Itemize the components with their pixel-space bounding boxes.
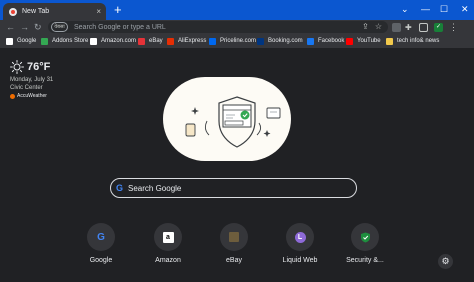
weather-location: Civic Center	[10, 85, 43, 91]
bookmark-google[interactable]: Google	[6, 34, 36, 48]
google-favicon-icon	[6, 37, 13, 45]
shortcut-security[interactable]: Security &...	[340, 223, 390, 269]
side-panel-icon[interactable]	[419, 23, 428, 32]
chrome-icon	[9, 7, 17, 16]
aliexpress-favicon-icon	[167, 37, 174, 45]
shortcut-label: Google	[89, 257, 113, 264]
new-tab-button[interactable]: +	[114, 3, 122, 17]
bookmark-aliexpress[interactable]: AliExpress	[167, 34, 206, 48]
tab-new-tab[interactable]: New Tab ×	[3, 3, 106, 20]
shortcut-liquid-web[interactable]: L Liquid Web	[275, 223, 325, 269]
address-input[interactable]: Search Google or type a URL	[74, 24, 362, 31]
tab-search-icon[interactable]: ⌄	[401, 3, 409, 15]
bookmark-ebay[interactable]: eBay	[138, 34, 163, 48]
google-g-icon: G	[116, 182, 124, 193]
weather-temperature: 76°F	[27, 61, 51, 73]
title-bar: New Tab × + ⌄ — ☐ ✕	[0, 0, 474, 20]
customize-gear-icon[interactable]: ⚙	[438, 254, 453, 269]
accuweather-icon	[10, 93, 15, 99]
bookmark-priceline[interactable]: Priceline.com	[209, 34, 256, 48]
shortcut-label: Amazon	[155, 257, 181, 264]
liquid-web-icon: L	[294, 231, 306, 243]
amazon-icon: a	[162, 231, 174, 243]
youtube-favicon-icon	[346, 37, 353, 45]
booking-favicon-icon	[257, 37, 264, 45]
bookmark-youtube[interactable]: YouTube	[346, 34, 381, 48]
shortcut-label: eBay	[226, 257, 242, 264]
extensions-puzzle-icon[interactable]: ✚	[405, 23, 414, 32]
shield-illustration-icon	[185, 96, 281, 148]
address-bar[interactable]: वेबसा Search Google or type a URL ⇪ ☆	[48, 21, 388, 33]
site-info-badge[interactable]: वेबसा	[51, 22, 68, 32]
back-button[interactable]: ←	[6, 20, 15, 34]
amazon-favicon-icon	[90, 37, 97, 45]
shortcut-amazon[interactable]: a Amazon	[143, 223, 193, 269]
google-icon: G	[97, 231, 105, 243]
ebay-icon	[229, 232, 239, 242]
bookmarks-bar: Google Addons Store Amazon.com eBay AliE…	[0, 34, 474, 49]
reload-button[interactable]: ↻	[34, 20, 42, 34]
bookmark-booking[interactable]: Booking.com	[257, 34, 303, 48]
facebook-favicon-icon	[307, 37, 314, 45]
maximize-button[interactable]: ☐	[440, 3, 448, 15]
ebay-favicon-icon	[138, 37, 145, 45]
shortcut-label: Liquid Web	[282, 257, 318, 264]
bookmark-addons-store[interactable]: Addons Store	[41, 34, 88, 48]
shortcut-label: Security &...	[346, 257, 384, 264]
forward-button[interactable]: →	[20, 20, 29, 34]
bookmark-facebook[interactable]: Facebook	[307, 34, 344, 48]
menu-icon[interactable]: ⋮	[449, 23, 458, 32]
tab-title: New Tab	[22, 8, 50, 15]
shortcut-google[interactable]: G Google	[76, 223, 126, 269]
bookmark-tech-info-news[interactable]: tech info& news	[386, 34, 439, 48]
minimize-button[interactable]: —	[421, 3, 430, 15]
sun-icon	[10, 60, 24, 74]
priceline-favicon-icon	[209, 37, 216, 45]
close-window-button[interactable]: ✕	[461, 3, 469, 15]
search-input[interactable]: Search Google	[128, 184, 181, 193]
folder-icon	[386, 37, 393, 45]
bookmark-star-icon[interactable]: ☆	[375, 23, 382, 31]
weather-provider[interactable]: AccuWeather	[10, 93, 47, 99]
security-illustration	[163, 77, 291, 161]
toolbar: ← → ↻ वेबसा Search Google or type a URL …	[0, 20, 474, 34]
tab-close-icon[interactable]: ×	[96, 7, 101, 16]
shortcut-ebay[interactable]: eBay	[209, 223, 259, 269]
profile-avatar[interactable]: ✓	[434, 23, 443, 32]
share-icon[interactable]: ⇪	[362, 23, 369, 31]
weather-date: Monday, July 31	[10, 77, 54, 83]
security-shield-icon	[360, 232, 370, 242]
bookmark-amazon[interactable]: Amazon.com	[90, 34, 136, 48]
addons-store-icon	[41, 37, 48, 45]
extension-shield-icon[interactable]	[392, 23, 401, 32]
search-box[interactable]: G Search Google	[110, 178, 357, 198]
